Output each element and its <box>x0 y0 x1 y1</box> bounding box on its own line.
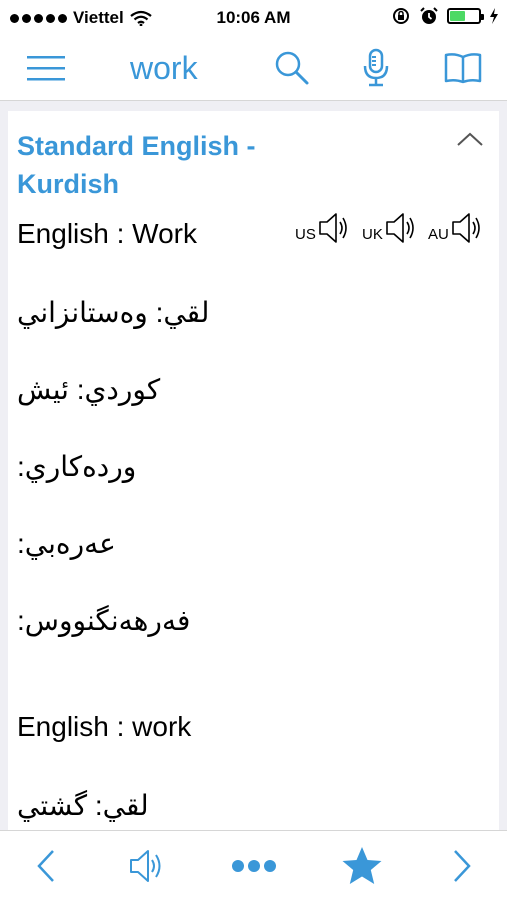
entry-details: وردەكاري: <box>17 451 137 482</box>
menu-icon <box>27 56 65 81</box>
audio-us-button[interactable]: US <box>295 211 353 245</box>
content-area: Standard English - Kurdish English : Wor… <box>0 101 507 830</box>
search-query-text[interactable]: work <box>130 50 198 87</box>
status-right <box>391 6 499 26</box>
chevron-up-icon <box>457 132 483 146</box>
audio-label-au: AU <box>428 226 449 243</box>
menu-button[interactable] <box>18 36 74 100</box>
dictionary-button[interactable] <box>438 36 488 100</box>
book-icon <box>444 53 482 84</box>
entry-kurdish: كوردي: ئيش <box>17 374 161 405</box>
speaker-icon <box>452 213 480 243</box>
audio-au-button[interactable]: AU <box>428 211 486 245</box>
battery-icon <box>447 8 484 24</box>
battery-level <box>450 11 465 21</box>
speaker-icon <box>319 213 347 243</box>
bottom-toolbar <box>0 830 507 901</box>
speak-button[interactable] <box>120 831 174 901</box>
rotation-lock-icon <box>393 8 409 24</box>
forward-icon <box>454 850 471 882</box>
entry-lexicographer: فەرهەنگنووس: <box>17 605 191 636</box>
entry-field-2: لقي: گشتي <box>17 790 149 821</box>
favorite-button[interactable] <box>336 831 388 901</box>
back-button[interactable] <box>24 831 68 901</box>
entry-arabic: عەرەبي: <box>17 528 116 559</box>
entry-field: لقي: وەستانزاني <box>17 297 210 328</box>
back-icon <box>37 850 54 882</box>
dictionary-title: Standard English - Kurdish <box>17 131 256 199</box>
top-toolbar: work <box>0 36 507 101</box>
forward-button[interactable] <box>440 831 484 901</box>
audio-uk-button[interactable]: UK <box>362 211 420 245</box>
speaker-icon <box>130 850 161 882</box>
entry-english-1: English : Work <box>17 218 197 249</box>
alarm-icon <box>420 7 438 24</box>
search-button[interactable] <box>268 36 316 100</box>
dictionary-card: Standard English - Kurdish English : Wor… <box>8 111 499 830</box>
audio-label-us: US <box>295 226 316 243</box>
collapse-button[interactable] <box>456 131 484 152</box>
search-icon <box>275 51 309 85</box>
audio-label-uk: UK <box>362 226 383 243</box>
entry-english-2: English : work <box>17 711 192 742</box>
speaker-icon <box>386 213 414 243</box>
star-icon <box>342 847 382 884</box>
more-icon <box>232 860 276 872</box>
status-bar: Viettel 10:06 AM <box>0 0 507 36</box>
more-button[interactable] <box>226 831 282 901</box>
charging-icon <box>490 8 498 24</box>
microphone-icon <box>363 48 389 87</box>
voice-search-button[interactable] <box>354 36 398 100</box>
